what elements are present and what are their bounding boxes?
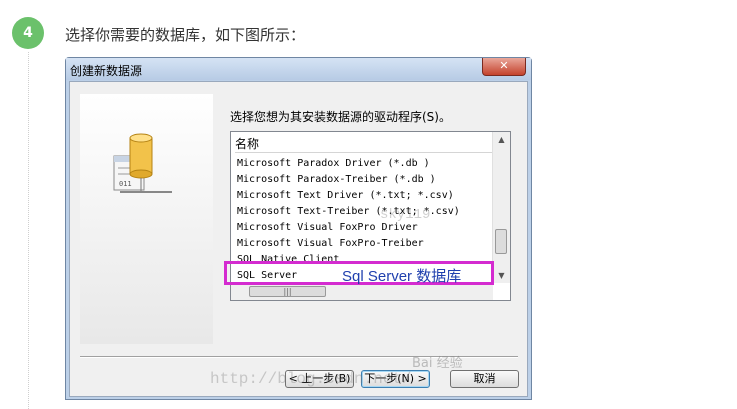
database-icon: 011: [113, 133, 172, 193]
list-item[interactable]: Microsoft Text Driver (*.txt; *.csv): [231, 188, 493, 204]
step-connector-line: [28, 52, 29, 409]
dialog-body: 011 选择您想为其安装数据源的驱动程序(S)。 名称 Microsoft Pa…: [69, 81, 528, 397]
step-description: 选择你需要的数据库，如下图所示：: [65, 26, 306, 44]
step-number-badge: 4: [12, 17, 44, 49]
scroll-down-icon[interactable]: ▼: [493, 268, 510, 283]
watermark-url: http://blog.csdn.net/: [210, 370, 412, 388]
vertical-scrollbar[interactable]: ▲ ▼: [492, 132, 510, 283]
vertical-scroll-thumb[interactable]: [495, 229, 507, 254]
svg-text:011: 011: [119, 180, 132, 188]
instruction-label: 选择您想为其安装数据源的驱动程序(S)。: [230, 110, 451, 124]
annotation-label: Sql Server 数据库: [342, 268, 462, 285]
create-data-source-dialog: 创建新数据源 ✕ 011 选择您想为其安装数据源的驱动程序(S)。 名称 Mic…: [65, 57, 532, 400]
list-item[interactable]: Microsoft Visual FoxPro-Treiber: [231, 236, 493, 252]
scroll-up-icon[interactable]: ▲: [493, 132, 510, 147]
close-icon: ✕: [499, 59, 509, 72]
list-column-header-name[interactable]: 名称: [235, 135, 493, 153]
close-button[interactable]: ✕: [482, 58, 526, 76]
watermark-user: sky119: [380, 207, 431, 223]
dialog-title: 创建新数据源: [70, 64, 143, 78]
wizard-art-panel: 011: [80, 94, 213, 344]
watermark-baidu: Bai 经验: [412, 356, 463, 371]
list-item[interactable]: Microsoft Paradox Driver (*.db ): [231, 156, 493, 172]
list-item[interactable]: Microsoft Visual FoxPro Driver: [231, 220, 493, 236]
cancel-button[interactable]: 取消: [450, 370, 519, 388]
list-item[interactable]: Microsoft Text-Treiber (*.txt; *.csv): [231, 204, 493, 220]
horizontal-scroll-thumb[interactable]: |||: [249, 286, 326, 297]
list-item[interactable]: Microsoft Paradox-Treiber (*.db ): [231, 172, 493, 188]
dialog-titlebar: 创建新数据源 ✕: [66, 58, 531, 80]
